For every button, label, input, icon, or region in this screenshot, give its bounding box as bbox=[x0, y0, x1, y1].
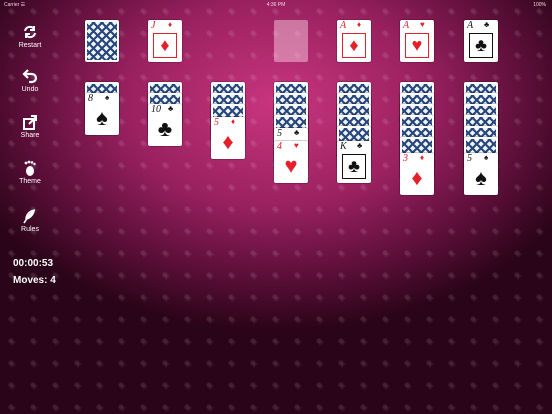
card-corner-suit: ♣ bbox=[484, 20, 490, 29]
clock: 4:36 PM bbox=[266, 2, 286, 8]
club-icon: ♣ bbox=[157, 116, 173, 141]
diamond-icon: ♦ bbox=[160, 35, 170, 55]
club-icon: ♣ bbox=[475, 35, 487, 55]
heart-icon: ♥ bbox=[411, 35, 423, 55]
tableau-card[interactable]: 5 ♠ ♠ bbox=[464, 153, 498, 195]
card-corner-suit: ♦ bbox=[420, 153, 425, 162]
tableau-card[interactable]: 3 ♦ ♦ bbox=[400, 153, 434, 195]
stock-pile[interactable] bbox=[85, 20, 119, 62]
share-icon bbox=[23, 115, 37, 130]
share-button[interactable]: Share bbox=[8, 114, 52, 139]
undo-button[interactable]: Undo bbox=[8, 68, 52, 93]
rules-button[interactable]: Rules bbox=[8, 208, 52, 233]
tableau-card[interactable]: K ♣ ♣ bbox=[337, 141, 371, 183]
card-corner-suit: ♠ bbox=[484, 153, 489, 162]
card-corner-suit: ♣ bbox=[294, 128, 300, 137]
club-icon: ♣ bbox=[348, 156, 360, 176]
card-rank: A bbox=[340, 20, 347, 31]
card-rank: 5 bbox=[277, 128, 282, 139]
card-corner-suit: ♠ bbox=[105, 93, 110, 102]
card-rank: 10 bbox=[151, 104, 161, 115]
card-corner-suit: ♣ bbox=[357, 141, 363, 150]
tableau-card[interactable]: 10 ♣ ♣ bbox=[148, 104, 182, 146]
share-label: Share bbox=[20, 132, 40, 139]
card-frame: ♣ bbox=[469, 33, 493, 58]
waste-card[interactable]: J ♦ ♦ bbox=[148, 20, 182, 62]
undo-label: Undo bbox=[21, 86, 39, 93]
foundation-hearts[interactable]: A ♥ ♥ bbox=[400, 20, 434, 62]
spade-icon: ♠ bbox=[96, 105, 108, 130]
diamond-icon: ♦ bbox=[411, 165, 423, 190]
game-timer: 00:00:53 bbox=[13, 258, 54, 269]
diamond-icon: ♦ bbox=[222, 129, 234, 154]
foundation-clubs[interactable]: A ♣ ♣ bbox=[464, 20, 498, 62]
card-corner-suit: ♦ bbox=[357, 20, 362, 29]
card-corner-suit: ♦ bbox=[168, 20, 173, 29]
theme-button[interactable]: Theme bbox=[8, 160, 52, 185]
move-counter: Moves: 4 bbox=[13, 275, 56, 286]
card-corner-suit: ♦ bbox=[231, 117, 236, 126]
card-rank: K bbox=[340, 141, 347, 152]
foundation-empty-slot[interactable] bbox=[274, 20, 308, 62]
card-rank: 4 bbox=[277, 141, 282, 152]
footprint-icon bbox=[24, 160, 36, 176]
card-rank: A bbox=[403, 20, 410, 31]
card-frame: ♣ bbox=[342, 154, 366, 179]
card-frame: ♦ bbox=[342, 33, 366, 58]
card-rank: 3 bbox=[403, 153, 408, 164]
restart-label: Restart bbox=[18, 42, 42, 49]
card-rank: 5 bbox=[467, 153, 472, 164]
undo-icon bbox=[22, 69, 38, 84]
restart-icon bbox=[24, 25, 36, 39]
background-pattern bbox=[0, 0, 552, 414]
card-corner-suit: ♣ bbox=[168, 104, 174, 113]
card-frame: ♦ bbox=[153, 33, 177, 58]
tableau-card[interactable]: 8 ♠ ♠ bbox=[85, 93, 119, 135]
card-rank: 8 bbox=[88, 93, 93, 104]
card-rank: J bbox=[151, 20, 156, 31]
heart-icon: ♥ bbox=[284, 153, 298, 178]
spade-icon: ♠ bbox=[475, 165, 487, 190]
tableau-card[interactable]: 5 ♦ ♦ bbox=[211, 117, 245, 159]
feather-icon bbox=[23, 209, 36, 224]
theme-label: Theme bbox=[19, 178, 41, 185]
restart-button[interactable]: Restart bbox=[8, 24, 52, 49]
tableau-card[interactable]: 4 ♥ ♥ bbox=[274, 141, 308, 183]
foundation-diamonds[interactable]: A ♦ ♦ bbox=[337, 20, 371, 62]
card-rank: A bbox=[467, 20, 474, 31]
card-corner-suit: ♥ bbox=[294, 141, 299, 150]
card-frame: ♥ bbox=[405, 33, 429, 58]
status-bar: Carrier ☰ 4:36 PM 100% bbox=[0, 0, 552, 10]
card-rank: 5 bbox=[214, 117, 219, 128]
rules-label: Rules bbox=[21, 226, 39, 233]
card-corner-suit: ♥ bbox=[420, 20, 425, 29]
diamond-icon: ♦ bbox=[349, 35, 359, 55]
battery-label: 100% bbox=[533, 2, 546, 8]
